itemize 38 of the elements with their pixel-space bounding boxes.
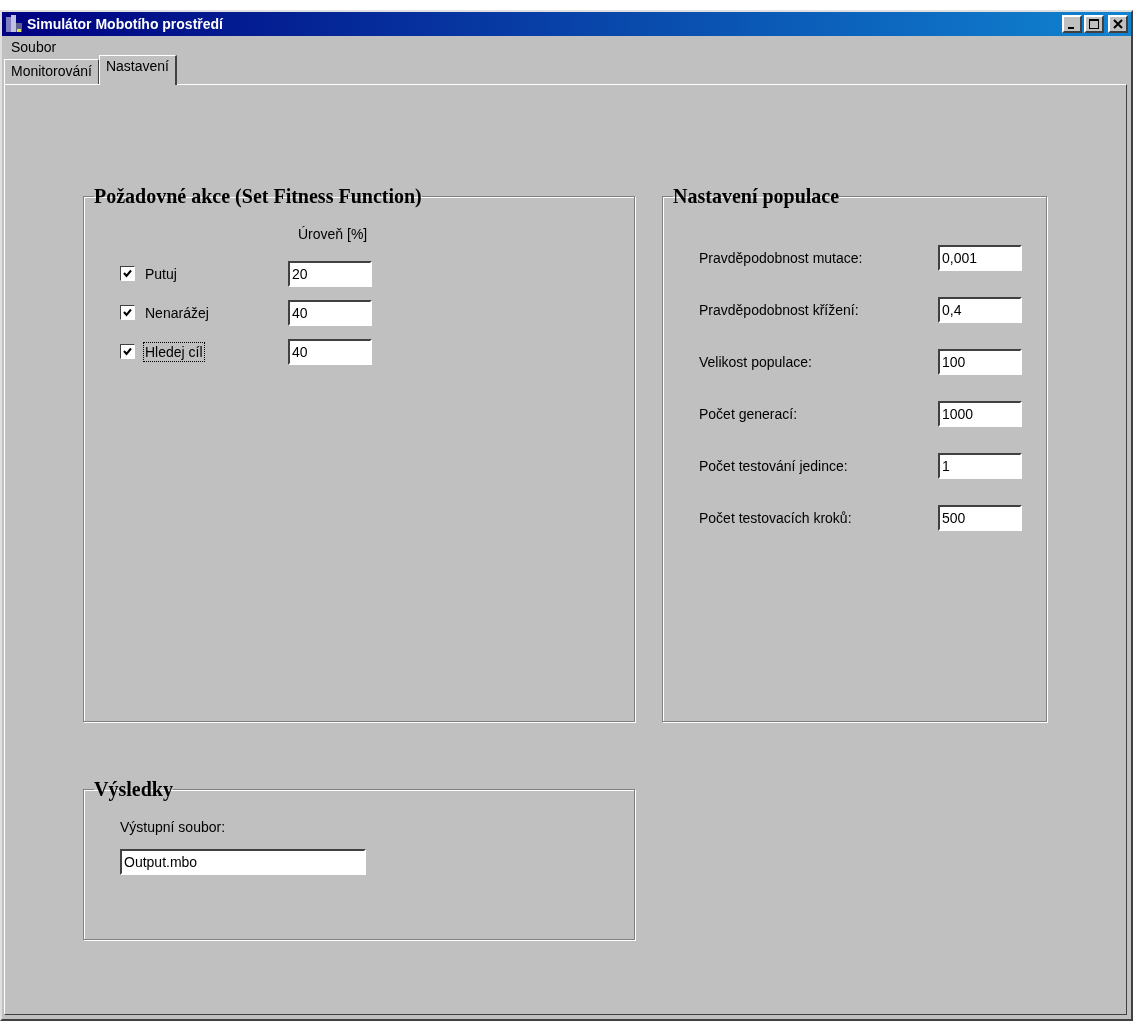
checkbox[interactable] (120, 266, 135, 281)
window-title: Simulátor Mobotího prostředí (27, 16, 224, 32)
close-button[interactable] (1108, 15, 1128, 33)
checkbox-label[interactable]: Putuj (143, 263, 179, 284)
tab[interactable]: Nastavení (98, 55, 177, 85)
checkbox[interactable] (120, 344, 135, 359)
maximize-button[interactable] (1084, 15, 1104, 33)
group-title: Nastavení populace (673, 185, 840, 208)
field-label: Výstupní soubor: (120, 819, 227, 835)
menu-item[interactable]: Soubor (8, 39, 60, 55)
field-label: Počet generací: (699, 406, 798, 422)
input-field[interactable]: 40 (288, 338, 372, 365)
group-title: Výsledky (94, 778, 173, 801)
buildings-icon (5, 15, 23, 33)
field-label: Pravděpodobnost křížení: (699, 302, 859, 318)
input-field[interactable]: 100 (938, 349, 1022, 375)
input-field[interactable]: 0,4 (938, 297, 1022, 323)
checkbox-label[interactable]: Nenarážej (143, 302, 211, 323)
tab[interactable]: Monitorování (4, 59, 99, 84)
column-header: Úroveň [%] (298, 226, 369, 242)
field-label: Pravděpodobnost mutace: (699, 250, 863, 266)
minimize-button[interactable] (1062, 15, 1082, 33)
minimize-icon (1068, 26, 1074, 29)
field-label: Počet testovacích kroků: (699, 510, 852, 526)
field-label: Počet testování jedince: (699, 458, 848, 474)
input-field[interactable]: Output.mbo (120, 849, 366, 875)
input-field[interactable]: 1000 (938, 401, 1022, 427)
input-field[interactable]: 1 (938, 453, 1022, 479)
group-title: Požadovné akce (Set Fitness Function) (94, 185, 422, 208)
input-field[interactable]: 20 (288, 260, 372, 287)
input-field[interactable]: 500 (938, 505, 1022, 531)
input-field[interactable]: 0,001 (938, 245, 1022, 271)
checkbox[interactable] (120, 305, 135, 320)
maximize-icon (1089, 19, 1099, 29)
field-label: Velikost populace: (699, 354, 812, 370)
checkbox-label[interactable]: Hledej cíl (143, 341, 205, 362)
close-icon (1113, 19, 1123, 29)
input-field[interactable]: 40 (288, 299, 372, 326)
